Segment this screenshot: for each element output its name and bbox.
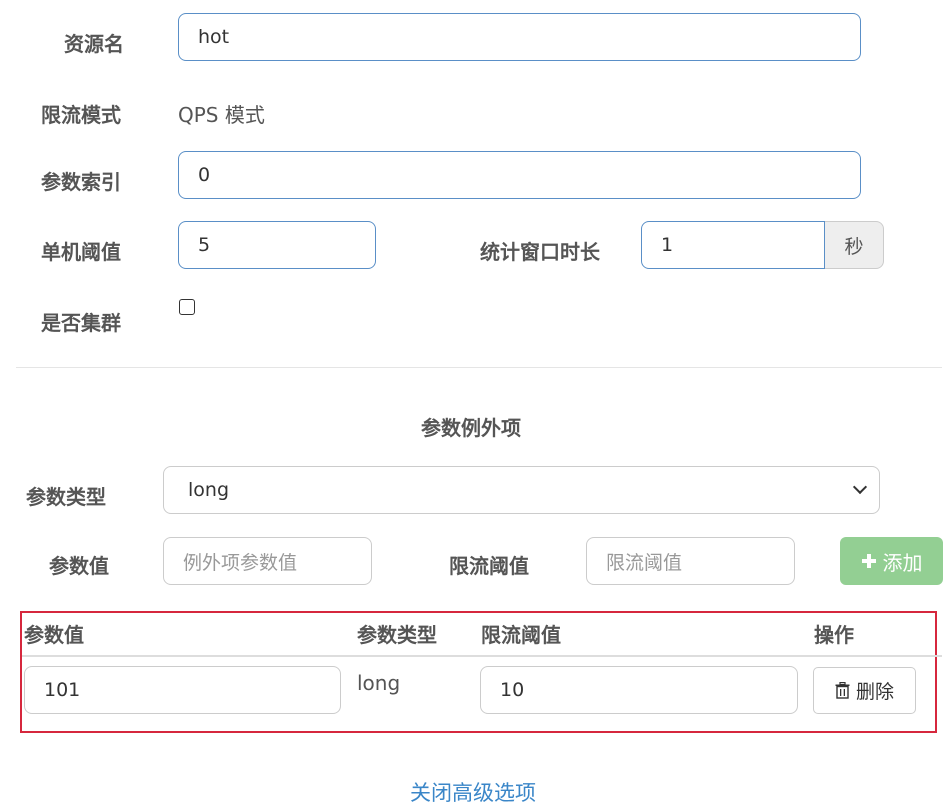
resource-name-value: hot [198,26,230,48]
stat-window-label: 统计窗口时长 [480,240,600,264]
table-header-limit-threshold: 限流阈值 [481,623,561,647]
delete-button-label: 删除 [855,681,894,703]
single-threshold-value: 5 [198,234,211,256]
table-row-value: 101 [44,679,81,701]
param-type-select[interactable]: long [163,466,880,514]
add-button[interactable]: 添加 [840,537,943,585]
section-divider [16,367,942,368]
exceptions-section-title: 参数例外项 [421,416,521,440]
single-threshold-input[interactable]: 5 [178,221,376,269]
cluster-label: 是否集群 [41,311,121,335]
table-header-divider [22,655,942,657]
single-threshold-label: 单机阈值 [41,240,121,264]
param-type-label: 参数类型 [26,485,106,509]
limit-threshold-input[interactable]: 限流阈值 [586,537,795,585]
param-type-selected: long [188,479,230,501]
resource-name-input[interactable]: hot [178,13,861,61]
add-button-label: 添加 [882,550,923,575]
param-value-label: 参数值 [49,554,109,578]
table-header-param-type: 参数类型 [357,623,437,647]
resource-name-label: 资源名 [64,32,124,56]
delete-button[interactable]: 删除 [813,667,916,714]
stat-window-input[interactable]: 1 [641,221,825,269]
param-index-label: 参数索引 [41,170,121,194]
limit-threshold-label: 限流阈值 [449,554,529,578]
table-header-param-value: 参数值 [24,623,84,647]
table-row-type: long [357,671,401,695]
plus-icon [861,554,876,568]
trash-icon [835,682,850,699]
stat-window-unit: 秒 [825,221,884,269]
param-value-placeholder: 例外项参数值 [183,551,298,574]
param-index-value: 0 [198,164,211,186]
param-value-input[interactable]: 例外项参数值 [163,537,372,585]
limit-mode-value: QPS 模式 [178,103,265,127]
table-row-threshold-input[interactable]: 10 [480,666,798,714]
stat-window-value: 1 [661,234,674,256]
close-advanced-options-link[interactable]: 关闭高级选项 [410,777,536,807]
cluster-checkbox[interactable] [179,299,195,315]
param-index-input[interactable]: 0 [178,151,861,199]
chevron-down-icon [852,479,868,495]
table-row-value-input[interactable]: 101 [24,666,341,714]
limit-threshold-placeholder: 限流阈值 [606,551,683,574]
table-header-action: 操作 [814,623,854,647]
limit-mode-label: 限流模式 [41,103,121,127]
table-row-threshold: 10 [500,679,525,701]
